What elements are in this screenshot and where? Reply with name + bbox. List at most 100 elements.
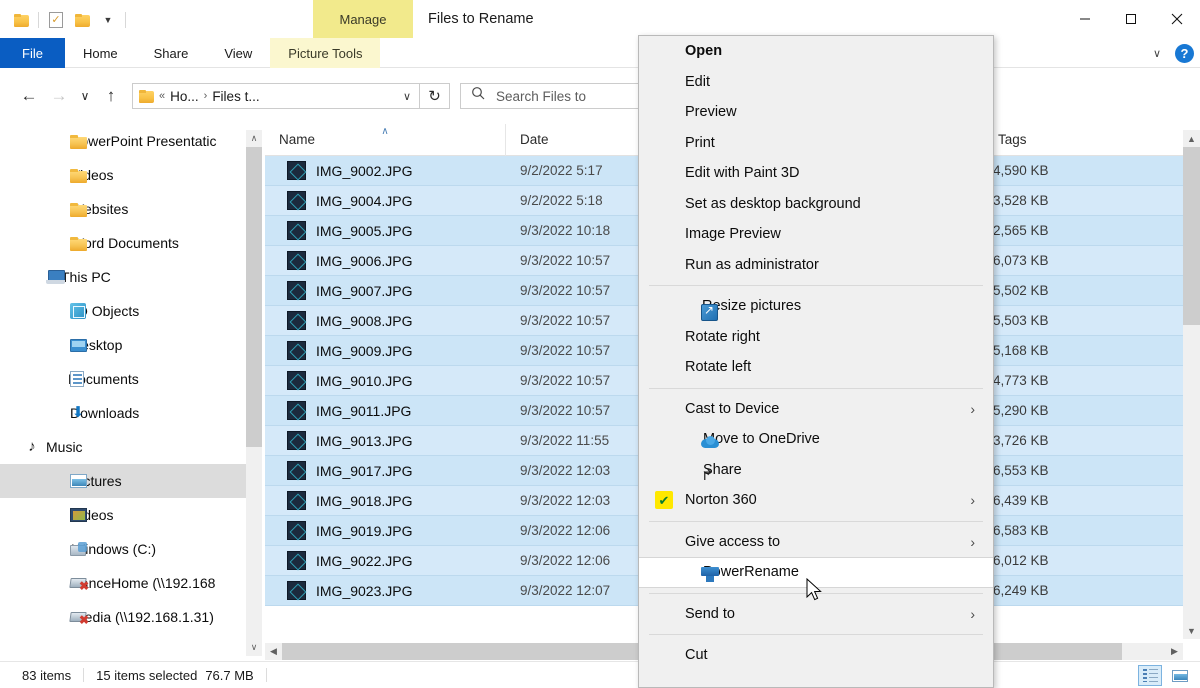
- tab-home[interactable]: Home: [65, 38, 136, 68]
- breadcrumb-item-0[interactable]: Ho...: [170, 89, 199, 104]
- large-icons-view-button[interactable]: [1168, 665, 1192, 686]
- menu-item-rotate-left[interactable]: Rotate left: [639, 352, 993, 383]
- explorer-folder-icon[interactable]: [8, 8, 34, 32]
- file-name-cell[interactable]: IMG_9011.JPG: [265, 401, 505, 420]
- tab-picture-tools[interactable]: Picture Tools: [270, 38, 381, 68]
- nav-item-windows-c[interactable]: Windows (C:): [0, 532, 262, 566]
- properties-icon[interactable]: ✓: [43, 8, 69, 32]
- nav-item-lancehome-192-168[interactable]: ✖ LanceHome (\\192.168: [0, 566, 262, 600]
- menu-item-norton-360[interactable]: ✔ Norton 360 ›: [639, 485, 993, 516]
- nav-item-media-192-168-1-31[interactable]: ✖ Media (\\192.168.1.31): [0, 600, 262, 634]
- file-name-cell[interactable]: IMG_9018.JPG: [265, 491, 505, 510]
- nav-item-desktop[interactable]: Desktop: [0, 328, 262, 362]
- help-icon[interactable]: ?: [1175, 43, 1194, 63]
- nav-item-3d-objects[interactable]: 3D Objects: [0, 294, 262, 328]
- status-item-count: 83 items: [22, 667, 72, 683]
- close-button[interactable]: [1154, 0, 1200, 38]
- up-button[interactable]: ↑: [96, 81, 126, 111]
- menu-item-rotate-right[interactable]: Rotate right: [639, 322, 993, 353]
- minimize-button[interactable]: [1062, 0, 1108, 38]
- refresh-button[interactable]: ↻: [420, 83, 450, 109]
- context-tab-group-label: Manage: [339, 11, 387, 27]
- nav-item-this-pc[interactable]: This PC: [0, 260, 262, 294]
- back-button[interactable]: ←: [14, 81, 44, 111]
- file-name-cell[interactable]: IMG_9005.JPG: [265, 221, 505, 240]
- file-date: 9/3/2022 10:57: [520, 312, 611, 328]
- file-scroll-up-icon[interactable]: ▲: [1183, 130, 1200, 147]
- context-tab-group-manage[interactable]: Manage: [313, 0, 413, 38]
- nav-item-word-documents[interactable]: Word Documents: [0, 226, 262, 260]
- tab-file[interactable]: File: [0, 38, 65, 68]
- hscroll-left-icon[interactable]: ◀: [265, 643, 282, 660]
- large-icons-view-icon: [1172, 669, 1188, 682]
- jpg-file-icon: [287, 311, 306, 330]
- file-scroll-down-icon[interactable]: ▼: [1183, 622, 1200, 639]
- file-name-cell[interactable]: IMG_9007.JPG: [265, 281, 505, 300]
- file-name-cell[interactable]: IMG_9006.JPG: [265, 251, 505, 270]
- recent-locations-button[interactable]: ∨: [74, 81, 96, 111]
- file-name-cell[interactable]: IMG_9008.JPG: [265, 311, 505, 330]
- file-name-cell[interactable]: IMG_9023.JPG: [265, 581, 505, 600]
- address-dropdown-icon[interactable]: ∨: [403, 90, 415, 103]
- navigation-pane-scrollbar[interactable]: ∧ ∨: [246, 130, 262, 656]
- menu-item-open[interactable]: Open: [639, 36, 993, 67]
- maximize-button[interactable]: [1108, 0, 1154, 38]
- menu-item-edit[interactable]: Edit: [639, 67, 993, 98]
- collapse-ribbon-icon[interactable]: ∨: [1149, 47, 1165, 60]
- file-name-cell[interactable]: IMG_9019.JPG: [265, 521, 505, 540]
- nav-item-pictures[interactable]: Pictures: [0, 464, 262, 498]
- hscroll-right-icon[interactable]: ▶: [1166, 643, 1183, 660]
- menu-item-set-as-desktop-background[interactable]: Set as desktop background: [639, 189, 993, 220]
- menu-item-cut[interactable]: Cut: [639, 640, 993, 671]
- file-name-cell[interactable]: IMG_9017.JPG: [265, 461, 505, 480]
- nav-item-powerpoint-presentatic[interactable]: PowerPoint Presentatic: [0, 124, 262, 158]
- tab-view[interactable]: View: [206, 38, 270, 68]
- tab-share[interactable]: Share: [136, 38, 207, 68]
- menu-item-print[interactable]: Print: [639, 128, 993, 159]
- breadcrumb-overflow[interactable]: «: [159, 90, 165, 102]
- nav-item-label: LanceHome (\\192.168: [73, 575, 216, 591]
- file-name-cell[interactable]: IMG_9022.JPG: [265, 551, 505, 570]
- menu-item-edit-with-paint-3d[interactable]: Edit with Paint 3D: [639, 158, 993, 189]
- file-list-scrollbar[interactable]: ▲ ▼: [1183, 130, 1200, 639]
- nav-scroll-up-icon[interactable]: ∧: [246, 130, 262, 147]
- nav-scroll-thumb[interactable]: [246, 147, 262, 447]
- breadcrumb-separator[interactable]: ›: [204, 90, 208, 102]
- forward-button[interactable]: →: [44, 81, 74, 111]
- nav-item-videos[interactable]: Videos: [0, 498, 262, 532]
- nav-item-music[interactable]: ♪ Music: [0, 430, 262, 464]
- file-name-cell[interactable]: IMG_9004.JPG: [265, 191, 505, 210]
- nav-item-websites[interactable]: Websites: [0, 192, 262, 226]
- details-view-button[interactable]: [1138, 665, 1162, 686]
- window-title: Files to Rename: [428, 11, 534, 27]
- nav-item-videos[interactable]: Videos: [0, 158, 262, 192]
- navigation-pane[interactable]: PowerPoint Presentatic Videos Websites Word…: [0, 124, 262, 656]
- new-folder-icon[interactable]: [69, 8, 95, 32]
- file-scroll-thumb[interactable]: [1183, 147, 1200, 325]
- menu-item-cast-to-device[interactable]: Cast to Device ›: [639, 394, 993, 425]
- file-name-cell[interactable]: IMG_9010.JPG: [265, 371, 505, 390]
- powerrename-icon: [701, 566, 719, 582]
- column-header-tags[interactable]: Tags: [983, 124, 1200, 156]
- address-bar[interactable]: « Ho... › Files t... ∨: [132, 83, 420, 109]
- menu-item-give-access-to[interactable]: Give access to ›: [639, 527, 993, 558]
- nav-item-downloads[interactable]: ⬇ Downloads: [0, 396, 262, 430]
- file-name-cell[interactable]: IMG_9002.JPG: [265, 161, 505, 180]
- jpg-file-icon: [287, 431, 306, 450]
- file-name-cell[interactable]: IMG_9013.JPG: [265, 431, 505, 450]
- nav-scroll-down-icon[interactable]: ∨: [246, 639, 262, 656]
- nav-item-documents[interactable]: Documents: [0, 362, 262, 396]
- menu-item-image-preview[interactable]: Image Preview: [639, 219, 993, 250]
- menu-item-preview[interactable]: Preview: [639, 97, 993, 128]
- file-size: 6,249 KB: [993, 582, 1049, 598]
- menu-item-move-to-onedrive[interactable]: Move to OneDrive: [639, 424, 993, 455]
- menu-item-share[interactable]: ↱ Share: [639, 455, 993, 486]
- menu-item-resize-pictures[interactable]: Resize pictures: [639, 291, 993, 322]
- file-name-cell[interactable]: IMG_9009.JPG: [265, 341, 505, 360]
- column-header-name[interactable]: ∧ Name: [265, 124, 505, 156]
- view-mode-buttons: [1138, 665, 1192, 686]
- resize-pictures-icon: [701, 303, 718, 321]
- customize-dropdown-icon[interactable]: ▼: [95, 8, 121, 32]
- menu-item-run-as-administrator[interactable]: Run as administrator: [639, 250, 993, 281]
- breadcrumb-item-1[interactable]: Files t...: [212, 89, 259, 104]
